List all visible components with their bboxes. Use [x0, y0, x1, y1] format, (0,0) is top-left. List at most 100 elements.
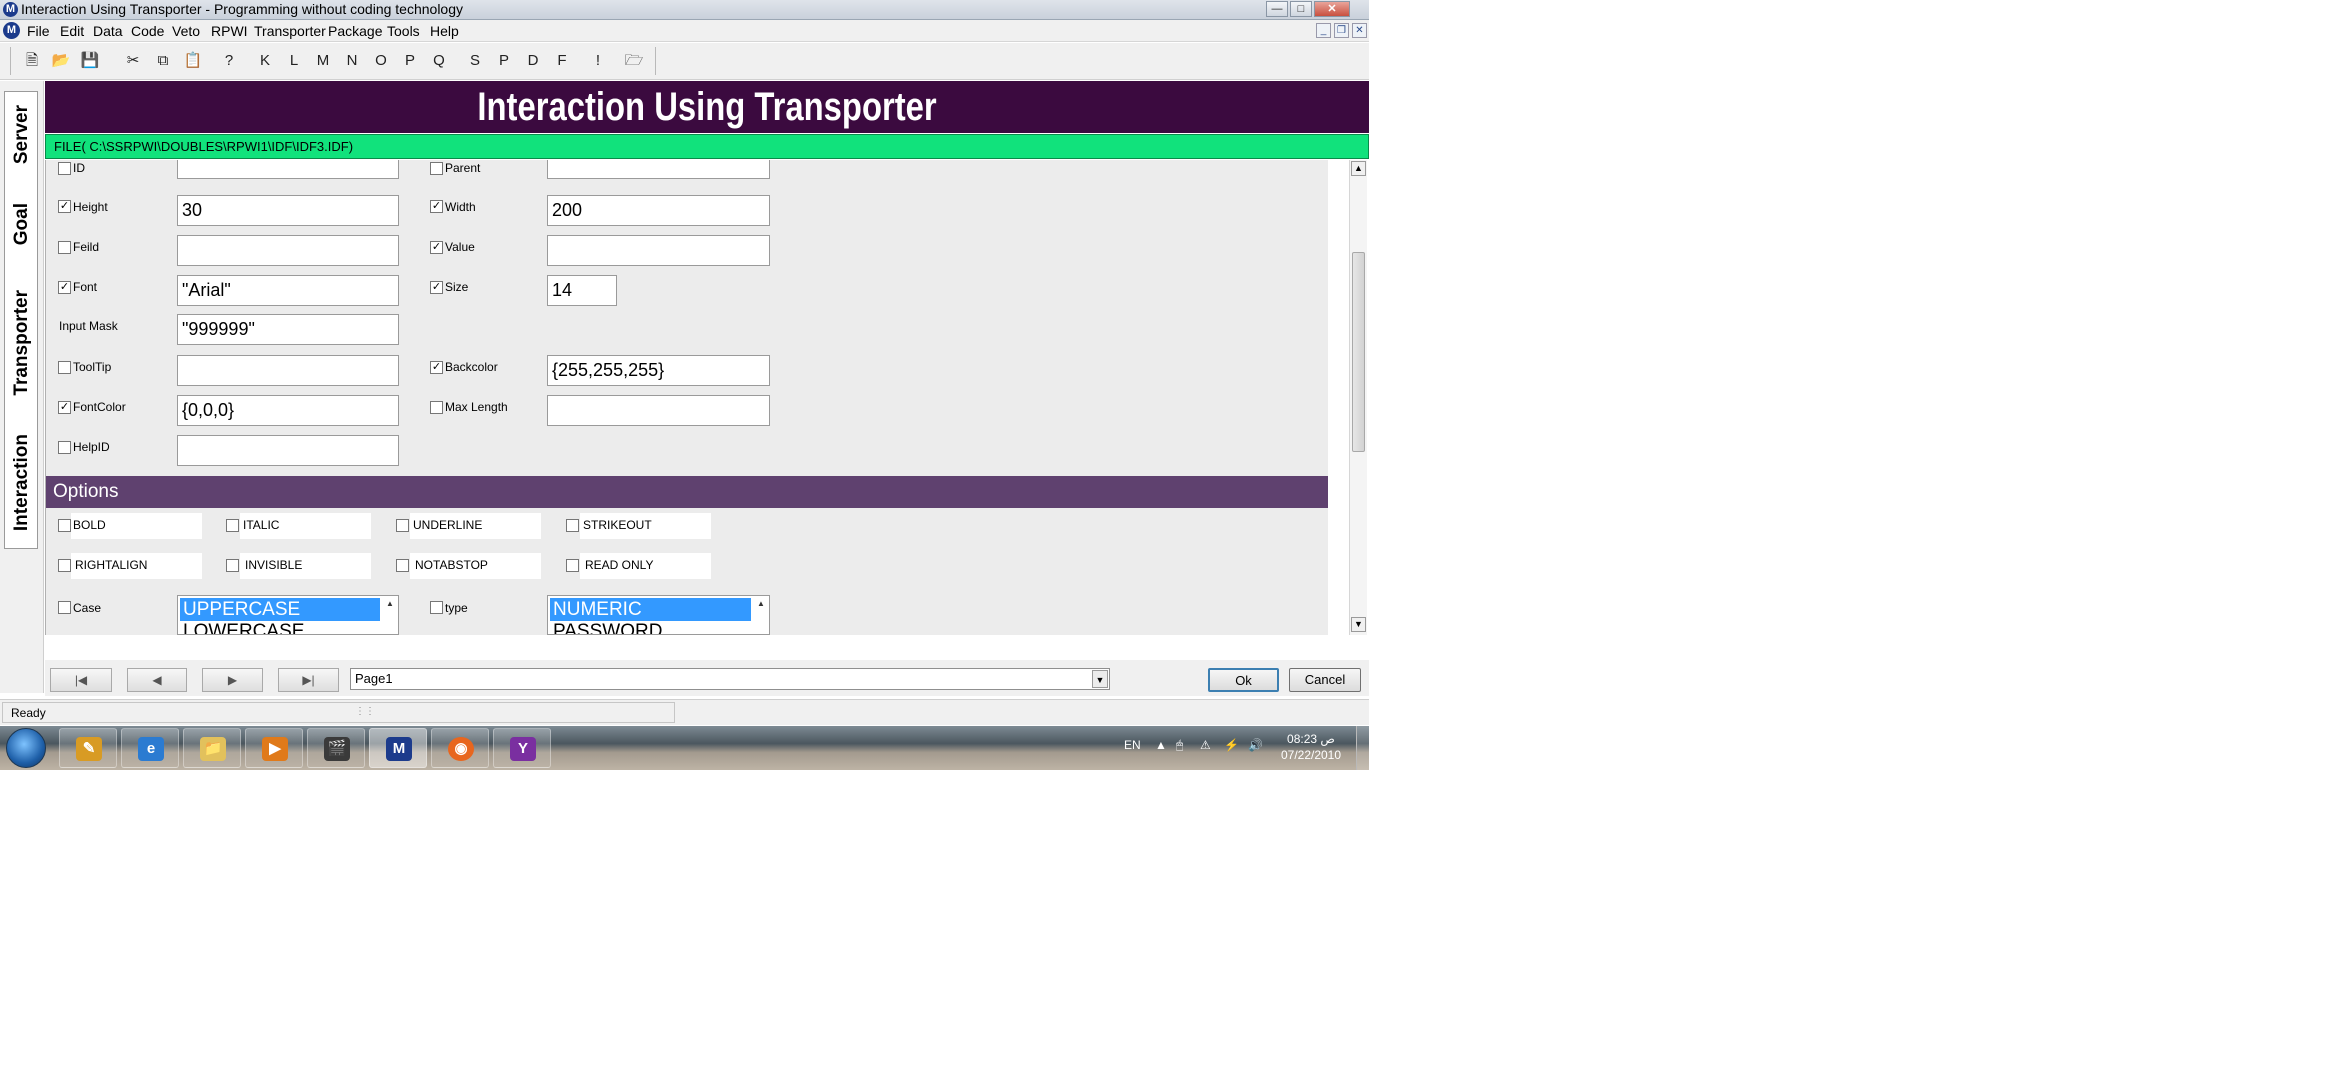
maxlength-field[interactable] — [547, 395, 770, 426]
chevron-down-icon[interactable]: ▼ — [1092, 670, 1108, 688]
app-icon[interactable]: M — [3, 2, 18, 17]
type-option[interactable]: PASSWORD — [550, 621, 751, 634]
mdi-child-icon[interactable]: M — [3, 22, 20, 39]
taskbar-internet-explorer[interactable]: e — [121, 728, 179, 768]
alert-icon[interactable]: ⚠ — [1200, 738, 1211, 752]
power-icon[interactable]: ⚡ — [1224, 738, 1239, 752]
start-button[interactable] — [6, 728, 46, 768]
toolbar-l[interactable]: L — [281, 49, 307, 73]
scroll-up-icon[interactable]: ▲ — [1351, 161, 1366, 176]
menu-tools[interactable]: Tools — [387, 23, 420, 39]
scroll-down-icon[interactable]: ▼ — [1351, 617, 1366, 632]
window-titlebar[interactable]: M Interaction Using Transporter - Progra… — [0, 0, 1369, 20]
system-clock[interactable]: 08:23 ص 07/22/2010 — [1276, 731, 1346, 763]
language-indicator[interactable]: EN — [1124, 738, 1141, 752]
taskbar-video-player[interactable]: 🎬 — [307, 728, 365, 768]
menu-help[interactable]: Help — [430, 23, 459, 39]
page-select[interactable]: Page1 ▼ — [350, 668, 1110, 690]
network-icon[interactable]: 🖱 — [1176, 738, 1183, 753]
taskbar-explorer[interactable]: 📁 — [183, 728, 241, 768]
parent-checkbox[interactable] — [430, 162, 443, 175]
toolbar-d[interactable]: D — [520, 49, 546, 73]
backcolor-field[interactable]: {255,255,255} — [547, 355, 770, 386]
toolbar-run[interactable]: ! — [585, 49, 611, 73]
toolbar-n[interactable]: N — [339, 49, 365, 73]
value-checkbox[interactable]: ✓ — [430, 241, 443, 254]
ok-button[interactable]: Ok — [1208, 668, 1279, 692]
readonly-checkbox[interactable] — [566, 559, 579, 572]
feild-field[interactable] — [177, 235, 399, 266]
taskbar-firefox[interactable]: ◉ — [431, 728, 489, 768]
menu-veto[interactable]: Veto — [172, 23, 200, 39]
fontcolor-checkbox[interactable]: ✓ — [58, 401, 71, 414]
first-record-icon[interactable]: |◀ — [50, 668, 112, 692]
helpid-field[interactable] — [177, 435, 399, 466]
help-pointer-icon[interactable]: ? — [216, 49, 242, 73]
notabstop-checkbox[interactable] — [396, 559, 409, 572]
case-option[interactable]: LOWERCASE — [180, 621, 380, 634]
cut-icon[interactable]: ✂ — [120, 49, 146, 73]
show-desktop-button[interactable] — [1356, 726, 1369, 770]
child-minimize-icon[interactable]: _ — [1316, 23, 1331, 38]
font-checkbox[interactable]: ✓ — [58, 281, 71, 294]
height-checkbox[interactable]: ✓ — [58, 200, 71, 213]
toolbar-o[interactable]: O — [368, 49, 394, 73]
copy-icon[interactable]: ⧉ — [150, 49, 176, 73]
tab-goal[interactable]: Goal — [5, 178, 39, 270]
tooltip-field[interactable] — [177, 355, 399, 386]
child-restore-icon[interactable]: ❐ — [1334, 23, 1349, 38]
taskbar-pen-app[interactable]: ✎ — [59, 728, 117, 768]
strikeout-checkbox[interactable] — [566, 519, 579, 532]
case-option-selected[interactable]: UPPERCASE — [180, 598, 380, 621]
taskbar-media-player[interactable]: ▶ — [245, 728, 303, 768]
case-checkbox[interactable] — [58, 601, 71, 614]
toolbar-p[interactable]: P — [397, 49, 423, 73]
menu-package[interactable]: Package — [328, 23, 382, 39]
id-field[interactable] — [177, 160, 399, 179]
width-field[interactable]: 200 — [547, 195, 770, 226]
toolbar-s[interactable]: S — [462, 49, 488, 73]
font-field[interactable]: "Arial" — [177, 275, 399, 306]
new-file-icon[interactable]: 🗎 — [19, 49, 45, 73]
minimize-icon[interactable]: — — [1266, 1, 1288, 17]
tab-interaction[interactable]: Interaction — [5, 416, 39, 550]
type-option-selected[interactable]: NUMERIC — [550, 598, 751, 621]
tooltip-checkbox[interactable] — [58, 361, 71, 374]
volume-icon[interactable]: 🔊 — [1248, 738, 1263, 752]
show-hidden-icons-icon[interactable]: ▲ — [1155, 738, 1167, 752]
form-scrollbar[interactable]: ▲ ▼ — [1349, 160, 1367, 635]
folder-icon[interactable]: 🗁 — [621, 49, 647, 73]
rightalign-checkbox[interactable] — [58, 559, 71, 572]
feild-checkbox[interactable] — [58, 241, 71, 254]
toolbar-f[interactable]: F — [549, 49, 575, 73]
toolbar-q[interactable]: Q — [426, 49, 452, 73]
toolbar-p2[interactable]: P — [491, 49, 517, 73]
taskbar-transporter-app[interactable]: M — [369, 728, 427, 768]
helpid-checkbox[interactable] — [58, 441, 71, 454]
tab-server[interactable]: Server — [5, 92, 39, 178]
menu-data[interactable]: Data — [93, 23, 123, 39]
cancel-button[interactable]: Cancel — [1289, 668, 1361, 692]
type-listbox[interactable]: NUMERIC PASSWORD ▲ — [547, 595, 770, 635]
menu-code[interactable]: Code — [131, 23, 164, 39]
taskbar-yahoo-messenger[interactable]: Y — [493, 728, 551, 768]
menu-file[interactable]: File — [27, 23, 50, 39]
invisible-checkbox[interactable] — [226, 559, 239, 572]
value-field[interactable] — [547, 235, 770, 266]
size-checkbox[interactable]: ✓ — [430, 281, 443, 294]
id-checkbox[interactable] — [58, 162, 71, 175]
last-record-icon[interactable]: ▶| — [278, 668, 339, 692]
menu-edit[interactable]: Edit — [60, 23, 84, 39]
case-listbox[interactable]: UPPERCASE LOWERCASE ▲ — [177, 595, 399, 635]
input-mask-field[interactable]: "999999" — [177, 314, 399, 345]
scroll-up-icon[interactable]: ▲ — [754, 597, 768, 611]
size-field[interactable]: 14 — [547, 275, 617, 306]
tab-transporter[interactable]: Transporter — [5, 270, 39, 416]
parent-field[interactable] — [547, 160, 770, 179]
toolbar-k[interactable]: K — [252, 49, 278, 73]
scroll-thumb[interactable] — [1352, 252, 1365, 452]
underline-checkbox[interactable] — [396, 519, 409, 532]
close-icon[interactable]: ✕ — [1314, 1, 1350, 17]
backcolor-checkbox[interactable]: ✓ — [430, 361, 443, 374]
resize-grip-icon[interactable]: ⋮⋮ — [355, 706, 375, 717]
